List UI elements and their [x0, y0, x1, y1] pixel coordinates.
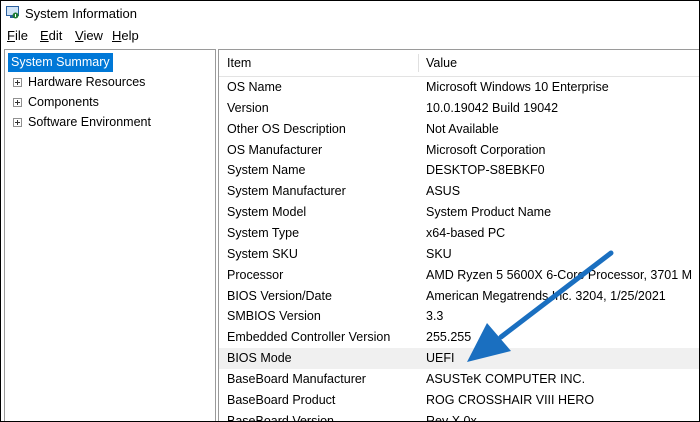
- pointer-arrow-icon: [467, 250, 614, 362]
- system-information-window: System Information File Edit View Help S…: [0, 0, 700, 422]
